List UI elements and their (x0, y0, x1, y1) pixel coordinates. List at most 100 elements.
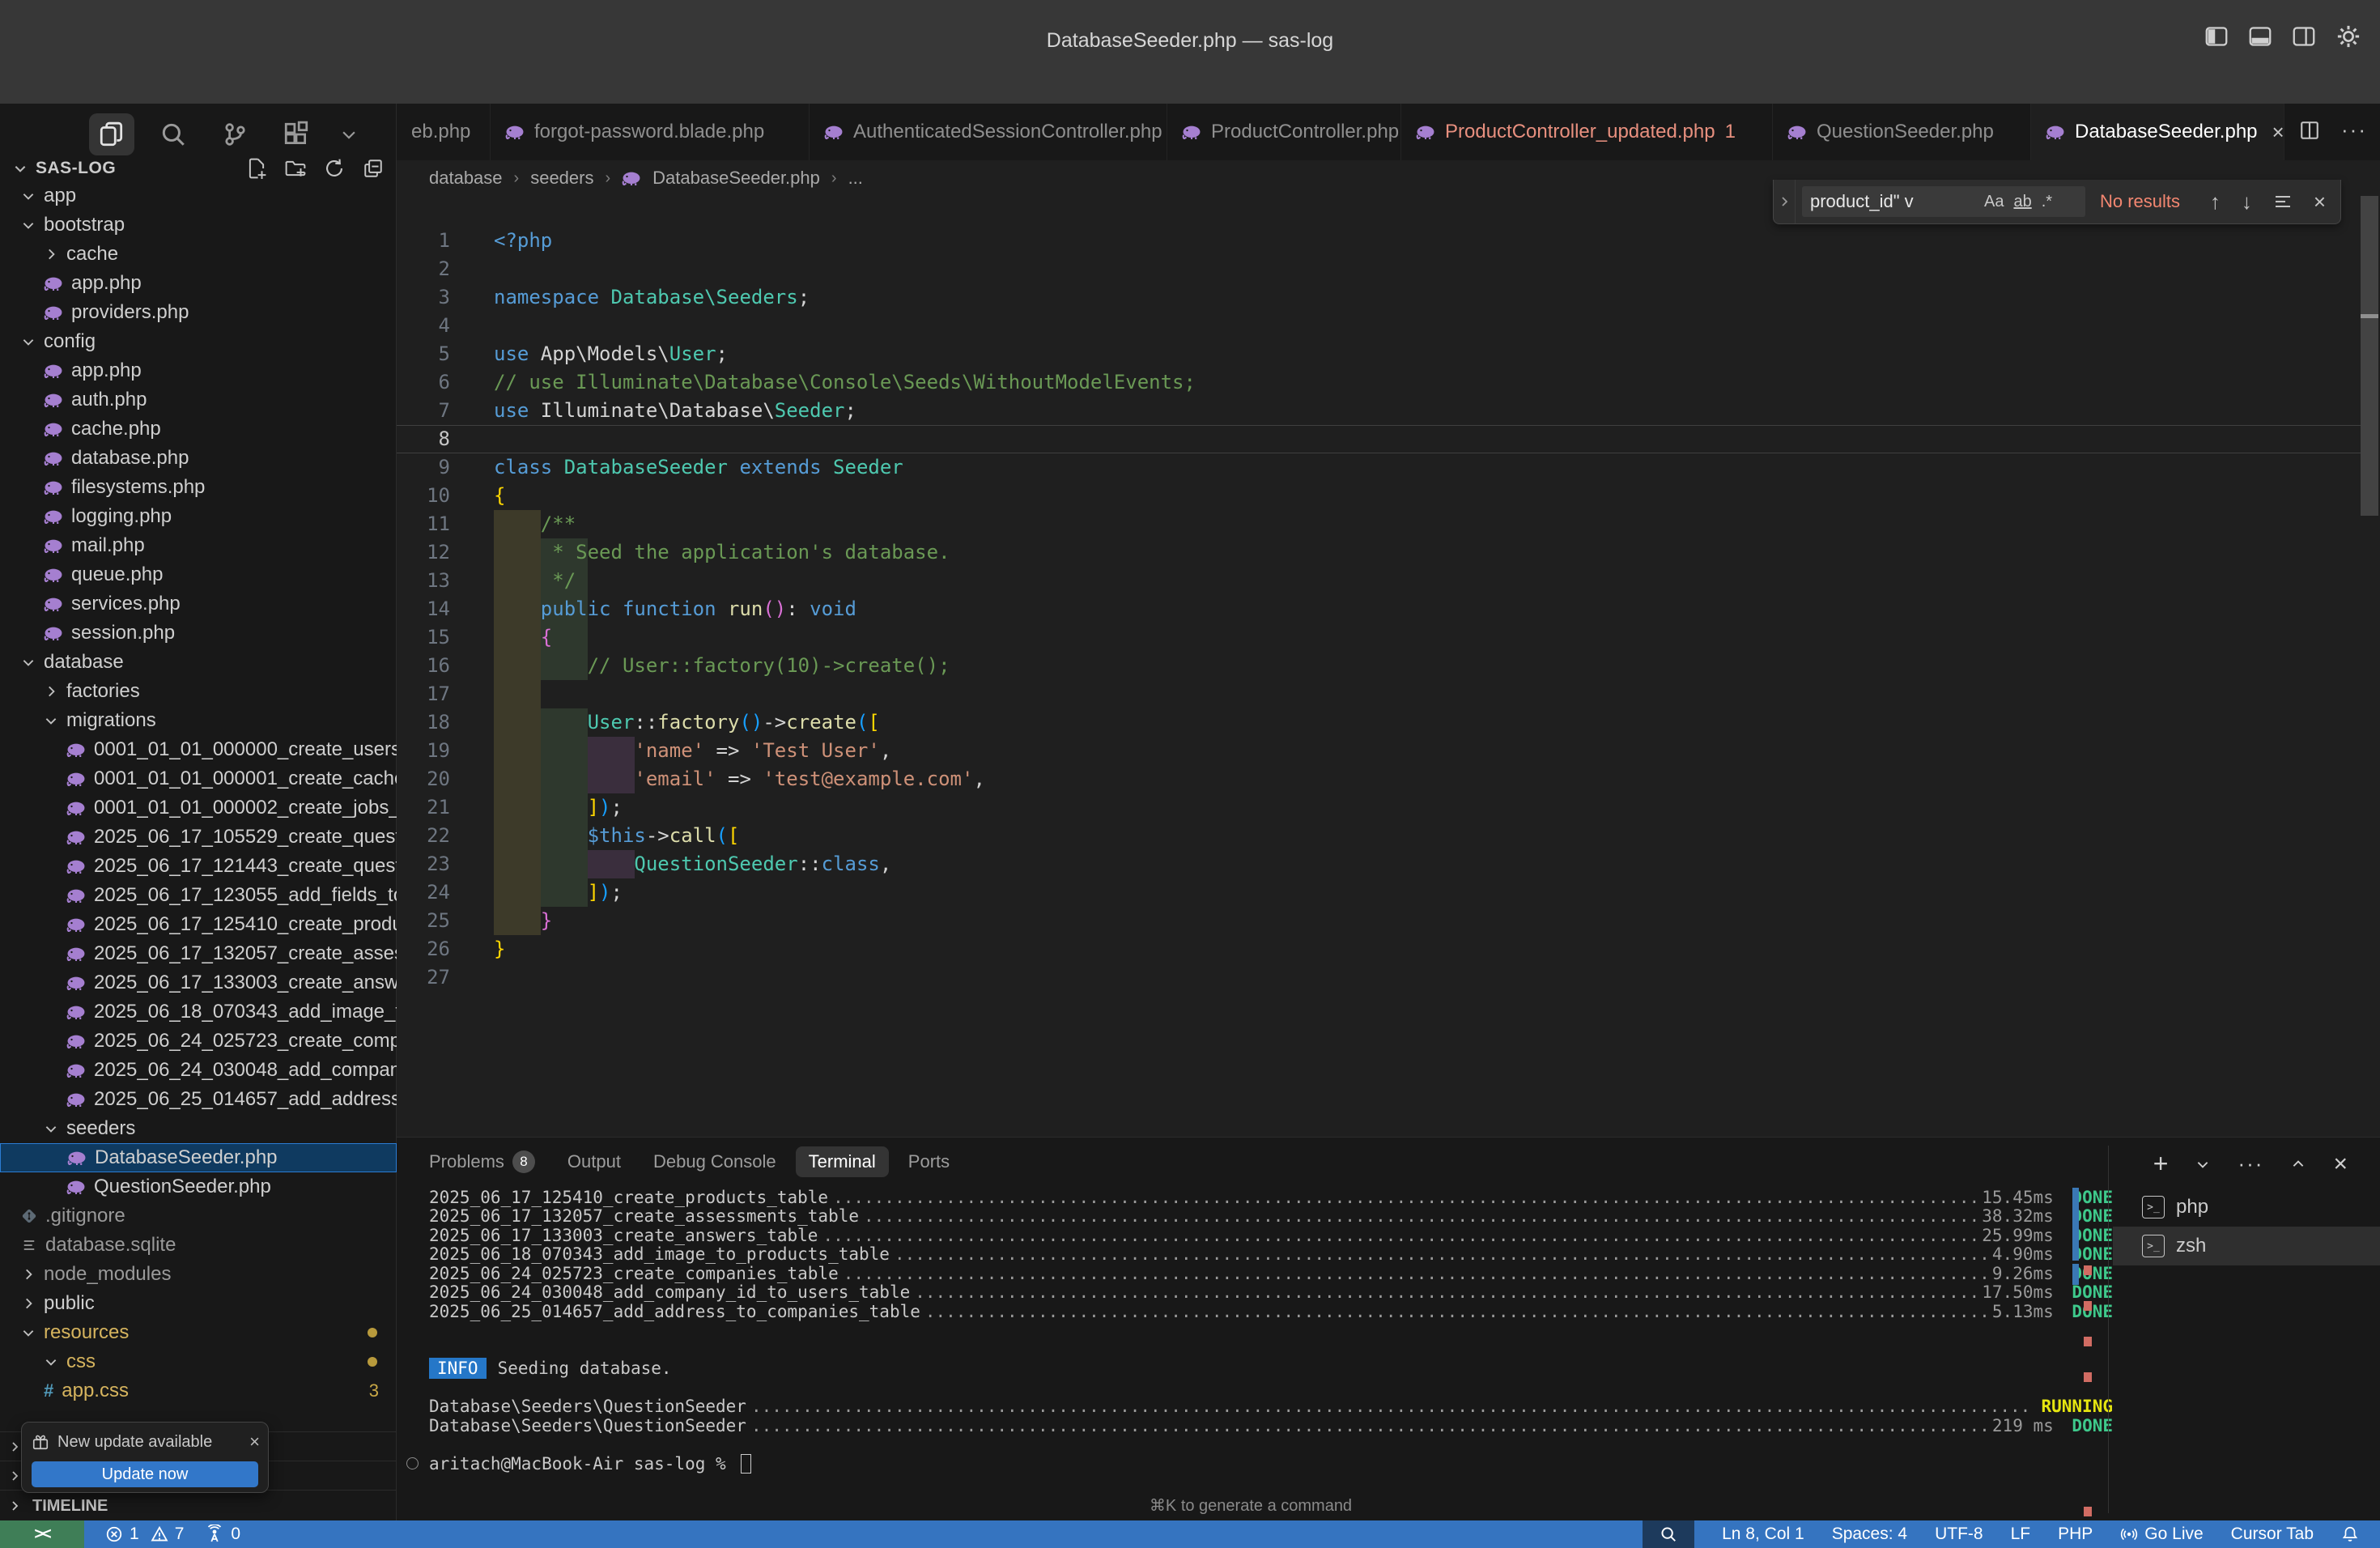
tab-QuestionSeeder.php[interactable]: QuestionSeeder.php (1773, 104, 2031, 160)
explorer-icon[interactable] (89, 113, 134, 155)
extensions-icon[interactable] (274, 113, 319, 155)
tree-item-0001_01_01_000001_create_cache_ta...[interactable]: 0001_01_01_000001_create_cache_ta... (0, 764, 397, 793)
panel-tab-Output[interactable]: Output (555, 1146, 634, 1177)
tree-item-2025_06_17_133003_create_answers_...[interactable]: 2025_06_17_133003_create_answers_... (0, 968, 397, 997)
eol-sequence[interactable]: LF (2011, 1525, 2031, 1544)
tab-forgot-password.blade.php[interactable]: forgot-password.blade.php (491, 104, 810, 160)
timeline-section[interactable]: TIMELINE (0, 1490, 396, 1521)
tree-item-2025_06_24_030048_add_company_...[interactable]: 2025_06_24_030048_add_company_... (0, 1056, 397, 1085)
tree-item-2025_06_17_125410_create_products...[interactable]: 2025_06_17_125410_create_products... (0, 910, 397, 939)
panel-tab-Ports[interactable]: Ports (895, 1146, 963, 1177)
tree-item-queue.php[interactable]: queue.php (0, 560, 397, 589)
problems-status[interactable]: 1 7 (105, 1525, 184, 1544)
ports-status[interactable]: 0 (205, 1525, 240, 1544)
tree-item-config[interactable]: config (0, 327, 397, 356)
tree-item-0001_01_01_000000_create_users_ta...[interactable]: 0001_01_01_000000_create_users_ta... (0, 735, 397, 764)
tree-item-mail.php[interactable]: mail.php (0, 531, 397, 560)
find-next-icon[interactable]: ↓ (2242, 189, 2252, 215)
tree-item-QuestionSeeder.php[interactable]: QuestionSeeder.php (0, 1172, 397, 1201)
match-case-icon[interactable]: Aa (1984, 193, 2004, 211)
panel-tab-Problems[interactable]: Problems8 (416, 1146, 548, 1178)
tree-item-seeders[interactable]: seeders (0, 1114, 397, 1143)
search-icon[interactable] (151, 113, 196, 155)
tree-item-public[interactable]: public (0, 1289, 397, 1318)
tree-item-database.php[interactable]: database.php (0, 444, 397, 473)
tab-DatabaseSeeder.php[interactable]: DatabaseSeeder.php× (2031, 104, 2284, 160)
tree-item-filesystems.php[interactable]: filesystems.php (0, 473, 397, 502)
tree-item-2025_06_17_121443_create_questions...[interactable]: 2025_06_17_121443_create_questions... (0, 852, 397, 881)
tree-item-2025_06_17_105529_create_question...[interactable]: 2025_06_17_105529_create_question... (0, 823, 397, 852)
settings-gear-icon[interactable] (2336, 24, 2361, 49)
new-file-icon[interactable] (246, 158, 267, 179)
new-folder-icon[interactable] (285, 158, 306, 179)
breadcrumb-item[interactable]: DatabaseSeeder.php (652, 168, 820, 189)
terminal-instance-php[interactable]: >_php (2113, 1188, 2380, 1227)
breadcrumb-item[interactable]: ... (848, 168, 863, 189)
regex-icon[interactable]: .* (2042, 193, 2052, 211)
tree-item-2025_06_17_123055_add_fields_to_u...[interactable]: 2025_06_17_123055_add_fields_to_u... (0, 881, 397, 910)
search-marketplace-icon[interactable] (1643, 1520, 1694, 1548)
tree-item-database.sqlite[interactable]: database.sqlite (0, 1231, 397, 1260)
update-now-button[interactable]: Update now (32, 1461, 258, 1487)
tree-item-cache.php[interactable]: cache.php (0, 415, 397, 444)
tree-item-0001_01_01_000002_create_jobs_tab...[interactable]: 0001_01_01_000002_create_jobs_tab... (0, 793, 397, 823)
tree-item-session.php[interactable]: session.php (0, 619, 397, 648)
close-icon[interactable]: × (2272, 120, 2284, 145)
tree-item-app.php[interactable]: app.php (0, 269, 397, 298)
remote-indicator[interactable]: >< (0, 1520, 84, 1548)
tree-item-2025_06_17_132057_create_assessme...[interactable]: 2025_06_17_132057_create_assessme... (0, 939, 397, 968)
code-editor[interactable]: 1234567891011121314151617181920212223242… (397, 196, 2380, 1137)
panel-tab-Debug Console[interactable]: Debug Console (640, 1146, 789, 1177)
split-editor-icon[interactable] (2299, 120, 2320, 141)
find-previous-icon[interactable]: ↑ (2210, 189, 2221, 215)
terminal-scrollbar[interactable] (2072, 1188, 2079, 1261)
go-live-button[interactable]: Go Live (2120, 1525, 2203, 1544)
tree-item-app[interactable]: app (0, 181, 397, 211)
terminal-output[interactable]: 2025_06_17_125410_create_products_table.… (429, 1188, 2113, 1474)
tree-item-bootstrap[interactable]: bootstrap (0, 211, 397, 240)
close-icon[interactable]: × (249, 1431, 260, 1452)
panel-tab-Terminal[interactable]: Terminal (796, 1146, 889, 1177)
tree-item-2025_06_18_070343_add_image_to_...[interactable]: 2025_06_18_070343_add_image_to_... (0, 997, 397, 1027)
toggle-panel-icon[interactable] (2249, 25, 2272, 48)
toggle-primary-sidebar-icon[interactable] (2205, 25, 2228, 48)
tree-item-resources[interactable]: resources (0, 1318, 397, 1347)
tree-item-app.php[interactable]: app.php (0, 356, 397, 385)
tree-item-.gitignore[interactable]: .gitignore (0, 1201, 397, 1231)
terminal-instance-zsh[interactable]: >_zsh (2113, 1227, 2380, 1265)
tree-item-services.php[interactable]: services.php (0, 589, 397, 619)
tree-item-app.css[interactable]: #app.css3 (0, 1376, 397, 1406)
tree-item-cache[interactable]: cache (0, 240, 397, 269)
tree-item-auth.php[interactable]: auth.php (0, 385, 397, 415)
indentation[interactable]: Spaces: 4 (1832, 1525, 1907, 1544)
cursor-tab-toggle[interactable]: Cursor Tab (2231, 1525, 2314, 1544)
tab-AuthenticatedSessionController.php[interactable]: AuthenticatedSessionController.php (810, 104, 1167, 160)
tree-item-logging.php[interactable]: logging.php (0, 502, 397, 531)
more-actions-icon[interactable]: ··· (2341, 117, 2367, 142)
encoding[interactable]: UTF-8 (1935, 1525, 1983, 1544)
tree-item-2025_06_25_014657_add_address_to...[interactable]: 2025_06_25_014657_add_address_to... (0, 1085, 397, 1114)
source-control-icon[interactable] (212, 113, 257, 155)
tab-eb.php[interactable]: eb.php (397, 104, 491, 160)
views-chevron-icon[interactable] (335, 113, 363, 155)
cursor-position[interactable]: Ln 8, Col 1 (1722, 1525, 1804, 1544)
find-in-selection-icon[interactable] (2273, 192, 2293, 211)
toggle-replace-icon[interactable] (1774, 180, 1796, 223)
breadcrumb-item[interactable]: seeders (530, 168, 593, 189)
notifications-bell-icon[interactable] (2341, 1525, 2359, 1543)
tree-item-providers.php[interactable]: providers.php (0, 298, 397, 327)
toggle-secondary-sidebar-icon[interactable] (2293, 25, 2315, 48)
find-input[interactable] (1802, 191, 1984, 212)
tree-item-migrations[interactable]: migrations (0, 706, 397, 735)
terminal-scrollbar[interactable] (2072, 1264, 2079, 1285)
chevron-down-icon[interactable] (13, 161, 28, 176)
tree-item-css[interactable]: css (0, 1347, 397, 1376)
language-mode[interactable]: PHP (2058, 1525, 2093, 1544)
collapse-all-icon[interactable] (363, 158, 384, 179)
tree-item-node_modules[interactable]: node_modules (0, 1260, 397, 1289)
tree-item-DatabaseSeeder.php[interactable]: DatabaseSeeder.php (0, 1143, 397, 1172)
tab-ProductController.php[interactable]: ProductController.php (1167, 104, 1401, 160)
close-icon[interactable]: × (2314, 189, 2326, 215)
tab-ProductController_updated.php[interactable]: ProductController_updated.php1 (1401, 104, 1773, 160)
tree-item-2025_06_24_025723_create_compan...[interactable]: 2025_06_24_025723_create_compan... (0, 1027, 397, 1056)
